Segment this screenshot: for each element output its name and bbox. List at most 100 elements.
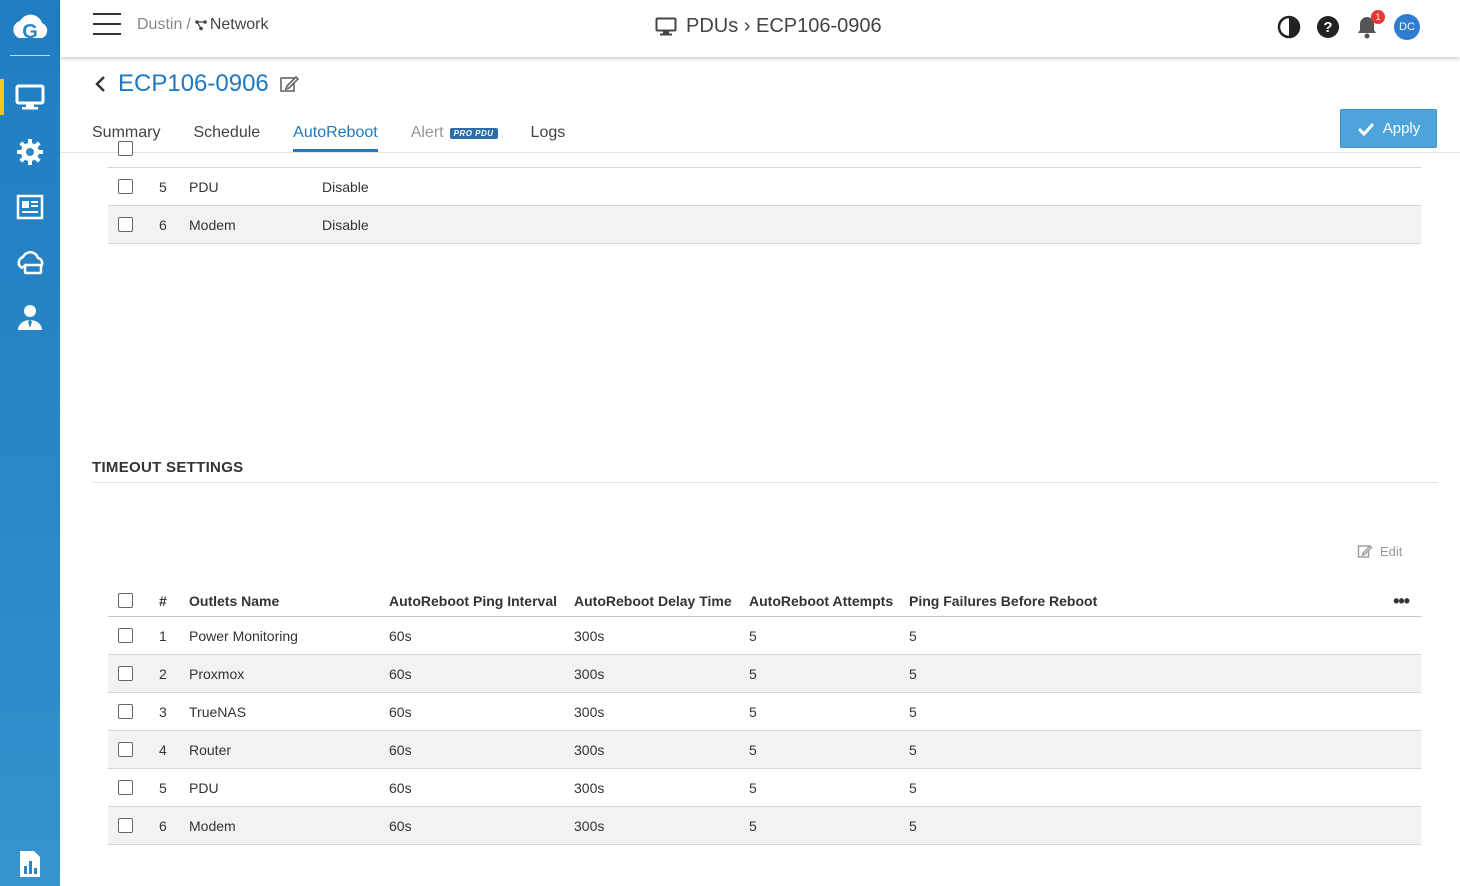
col-outlets-name[interactable]: Outlets Name [189,593,279,609]
row-checkbox[interactable] [118,704,133,719]
table-row: 5 PDU Disable [108,168,1421,206]
attempts: 5 [749,779,757,796]
delay-time: 300s [574,741,605,758]
check-icon [1357,122,1374,136]
section-divider [92,482,1438,483]
cloud-sync-icon [17,251,44,275]
back-chevron-icon[interactable] [94,75,108,93]
autoreboot-status: Disable [322,178,369,195]
top-icons: ? 1 DC [1277,10,1420,40]
page-title-text: PDUs › ECP106-0906 [686,15,882,37]
ping-interval: 60s [389,779,412,796]
breadcrumb-network-label: Network [209,16,269,33]
edit-label: Edit [1380,543,1403,559]
outlet-name: Power Monitoring [189,627,298,644]
ping-interval: 60s [389,817,412,834]
row-number: 3 [159,703,167,720]
edit-icon[interactable] [279,74,299,94]
autoreboot-status: Disable [322,216,369,233]
apply-label: Apply [1382,120,1421,137]
row-number: 5 [159,779,167,796]
ping-failures: 5 [909,817,917,834]
attempts: 5 [749,741,757,758]
table-header-row: # Outlets Name AutoReboot Ping Interval … [108,585,1421,617]
ping-failures: 5 [909,741,917,758]
top-bar: Dustin / Network PDUs › ECP106-0906 ? 1 … [60,0,1460,57]
sidebar-item-devices[interactable] [0,75,60,119]
select-all-checkbox[interactable] [118,593,133,608]
autoreboot-table: 5 PDU Disable 6 Modem Disable [108,140,1421,244]
edit-button[interactable]: Edit [1357,543,1402,559]
table-row: 6 Modem Disable [108,206,1421,244]
sidebar-item-cloud[interactable] [0,240,60,284]
row-checkbox[interactable] [118,628,133,643]
ping-interval: 60s [389,741,412,758]
row-number: 6 [159,817,167,834]
svg-text:?: ? [1323,19,1332,36]
report-icon [20,851,40,877]
outlet-name: PDU [189,779,219,796]
logo-divider [10,55,50,56]
col-attempts[interactable]: AutoReboot Attempts [749,593,893,609]
network-icon [195,20,207,31]
table-row: 5 PDU 60s 300s 5 5 [108,769,1421,807]
delay-time: 300s [574,817,605,834]
attempts: 5 [749,703,757,720]
app-logo-icon[interactable]: G [9,8,51,50]
col-delay-time[interactable]: AutoReboot Delay Time [574,593,732,609]
ping-failures: 5 [909,627,917,644]
outlet-name: Router [189,741,232,758]
menu-icon[interactable] [93,13,121,35]
page-title: PDUs › ECP106-0906 [655,15,882,38]
outlet-name: Modem [189,216,236,233]
section-title-timeout: TIMEOUT SETTINGS [92,459,244,476]
avatar[interactable]: DC [1394,14,1420,40]
help-icon[interactable]: ? [1316,15,1340,39]
row-checkbox[interactable] [118,818,133,833]
monitor-icon [655,17,677,35]
sidebar-item-stats[interactable] [0,842,60,886]
more-options-icon[interactable]: ••• [1393,591,1410,612]
row-checkbox[interactable] [118,742,133,757]
outlet-name: Modem [189,817,236,834]
bell-icon[interactable]: 1 [1355,10,1385,39]
ping-failures: 5 [909,703,917,720]
row-number: 2 [159,665,167,682]
outlet-name: PDU [189,178,219,195]
breadcrumb-user[interactable]: Dustin [137,16,182,34]
ping-interval: 60s [389,665,412,682]
table-row: 1 Power Monitoring 60s 300s 5 5 [108,617,1421,655]
row-number: 4 [159,741,167,758]
sidebar: G [0,0,60,886]
delay-time: 300s [574,779,605,796]
delay-time: 300s [574,627,605,644]
notification-badge: 1 [1371,10,1385,24]
table-row-partial [108,140,1421,168]
row-checkbox[interactable] [118,179,133,194]
row-number: 1 [159,627,167,644]
device-name: ECP106-0906 [118,70,269,97]
row-number: 6 [159,216,167,233]
table-row: 2 Proxmox 60s 300s 5 5 [108,655,1421,693]
sidebar-item-settings[interactable] [0,130,60,174]
breadcrumb-network[interactable]: Network [195,16,269,34]
breadcrumb-separator: / [186,16,191,33]
edit-icon [1357,545,1373,558]
col-number: # [159,592,167,609]
sidebar-item-users[interactable] [0,295,60,339]
monitor-icon [15,84,45,110]
row-checkbox[interactable] [118,217,133,232]
attempts: 5 [749,627,757,644]
table-row: 3 TrueNAS 60s 300s 5 5 [108,693,1421,731]
sidebar-item-reports[interactable] [0,185,60,229]
ping-failures: 5 [909,779,917,796]
theme-toggle-icon[interactable] [1277,15,1301,39]
delay-time: 300s [574,703,605,720]
attempts: 5 [749,817,757,834]
row-checkbox[interactable] [118,780,133,795]
gear-icon [17,139,43,165]
col-ping-interval[interactable]: AutoReboot Ping Interval [389,593,557,609]
row-checkbox[interactable] [118,666,133,681]
row-checkbox[interactable] [118,141,133,156]
col-ping-failures[interactable]: Ping Failures Before Reboot [909,593,1097,609]
